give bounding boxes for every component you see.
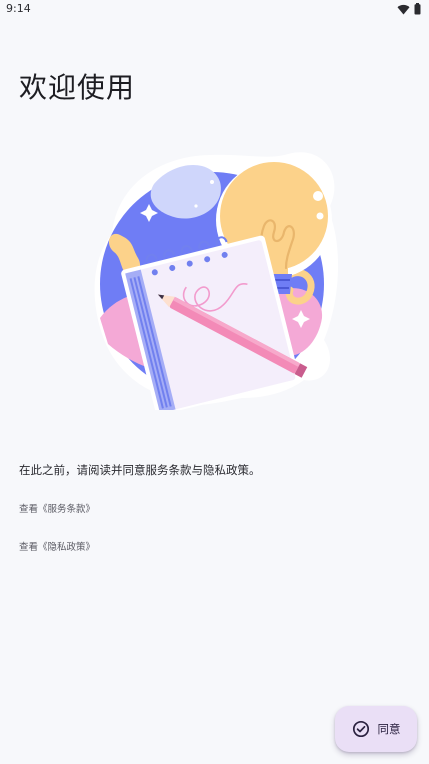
battery-icon: [414, 3, 421, 15]
status-bar: 9:14: [0, 0, 429, 20]
check-circle-icon: [352, 720, 369, 738]
page-title: 欢迎使用: [19, 71, 136, 104]
intro-text: 在此之前，请阅读并同意服务条款与隐私政策。: [19, 463, 261, 477]
view-privacy-link[interactable]: 查看《隐私政策》: [19, 539, 95, 553]
status-time: 9:14: [6, 2, 31, 15]
agree-label: 同意: [377, 722, 401, 736]
welcome-illustration: [94, 152, 339, 410]
wifi-icon: [397, 4, 410, 15]
status-icons: [397, 3, 421, 15]
agree-button[interactable]: 同意: [335, 706, 417, 752]
view-terms-link[interactable]: 查看《服务条款》: [19, 501, 95, 515]
